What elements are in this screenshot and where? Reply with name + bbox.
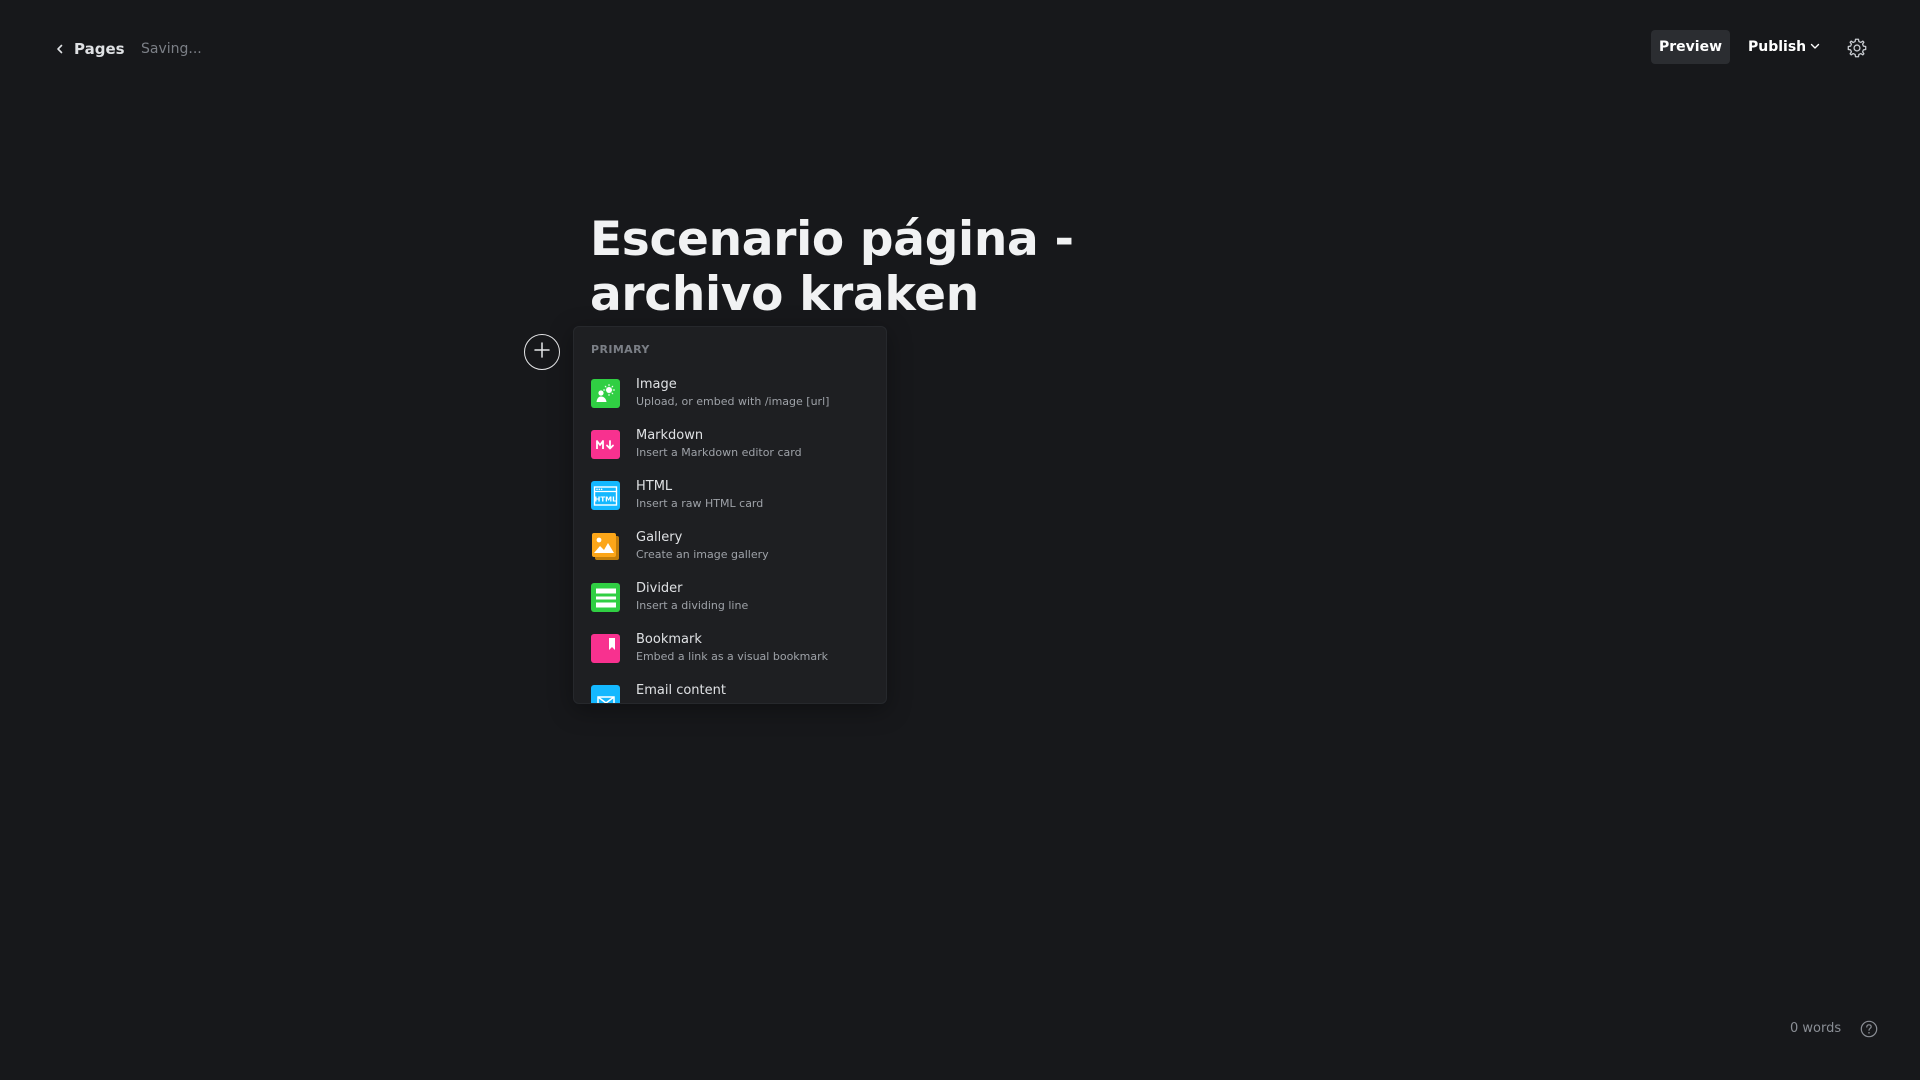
menu-item-label: Gallery [636, 530, 683, 545]
svg-text:HTML: HTML [594, 495, 617, 503]
menu-item-bookmark[interactable]: Bookmark Embed a link as a visual bookma… [574, 625, 886, 676]
menu-item-label: Email content [636, 683, 726, 698]
menu-item-label: HTML [636, 479, 673, 494]
chevron-down-icon [1810, 39, 1820, 55]
help-button[interactable] [1860, 1020, 1878, 1038]
preview-button[interactable]: Preview [1651, 30, 1730, 64]
word-count: 0 words [1790, 1021, 1842, 1036]
save-status: Saving... [141, 41, 202, 57]
menu-item-label: Bookmark [636, 632, 702, 647]
help-icon [1860, 1020, 1878, 1042]
menu-item-description: Insert a raw HTML card [636, 497, 764, 510]
menu-item-label: Divider [636, 581, 683, 596]
menu-item-divider[interactable]: Divider Insert a dividing line [574, 574, 886, 625]
publish-button[interactable]: Publish [1748, 30, 1820, 64]
email-icon [591, 685, 620, 703]
back-link-label: Pages [74, 40, 125, 58]
menu-section-label: PRIMARY [591, 343, 650, 356]
add-card-button[interactable] [524, 334, 560, 370]
menu-item-html[interactable]: HTML HTML Insert a raw HTML card [574, 472, 886, 523]
menu-item-description: Create an image gallery [636, 548, 769, 561]
gallery-icon [591, 532, 620, 561]
menu-item-label: Image [636, 377, 677, 392]
menu-item-image[interactable]: Image Upload, or embed with /image [url] [574, 370, 886, 421]
chevron-left-icon [54, 43, 66, 55]
menu-item-label: Markdown [636, 428, 704, 443]
post-title[interactable]: Escenario página - archivo kraken [590, 212, 1230, 322]
settings-button[interactable] [1846, 37, 1868, 59]
menu-item-description: Embed a link as a visual bookmark [636, 650, 829, 663]
image-icon [591, 379, 620, 408]
menu-item-description: Upload, or embed with /image [url] [636, 395, 830, 408]
menu-item-description: Insert a Markdown editor card [636, 446, 802, 459]
card-menu: PRIMARY Image Upload, or embed with /ima… [573, 326, 887, 704]
markdown-icon [591, 430, 620, 459]
publish-label: Publish [1748, 39, 1807, 55]
plus-icon [533, 341, 551, 363]
menu-item-markdown[interactable]: Markdown Insert a Markdown editor card [574, 421, 886, 472]
html-icon: HTML [591, 481, 620, 510]
menu-item-gallery[interactable]: Gallery Create an image gallery [574, 523, 886, 574]
gear-icon [1846, 38, 1868, 63]
editor-topbar: Pages Saving... Preview Publish [0, 0, 1920, 96]
divider-icon [591, 583, 620, 612]
back-to-pages-link[interactable]: Pages [54, 40, 125, 58]
menu-item-description: Insert a dividing line [636, 599, 749, 612]
bookmark-icon [591, 634, 620, 663]
menu-item-email-content[interactable]: Email content [574, 676, 886, 703]
